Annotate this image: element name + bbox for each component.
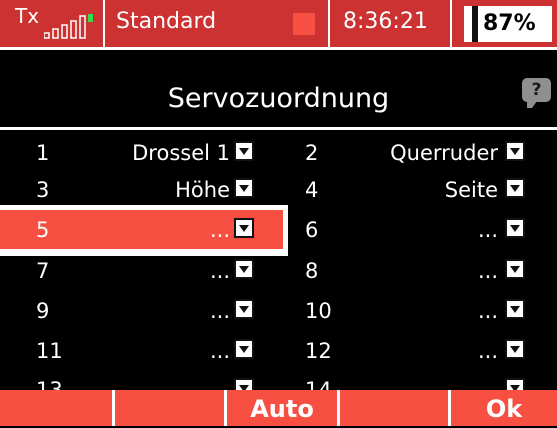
channel-function[interactable]: ... [30,337,230,365]
channel-function[interactable]: Seite [298,176,498,204]
dropdown-arrow-icon[interactable] [234,378,254,390]
channel-function[interactable]: Drossel 1 [30,139,230,167]
dropdown-arrow-icon[interactable] [234,259,254,279]
softkey-1[interactable] [0,390,112,426]
channel-function[interactable]: ... [298,337,498,365]
channel-function[interactable]: Querruder [298,139,498,167]
servo-row: 7 ... 8 ... [0,249,557,294]
status-square-indicator [293,13,315,35]
tx-signal-indicator: Tx [0,0,103,47]
dropdown-arrow-icon[interactable] [505,339,525,359]
dropdown-arrow-icon[interactable] [505,259,525,279]
servo-row: 13 14 [0,368,557,390]
servo-assignment-list[interactable]: 1 Drossel 1 2 Querruder 3 Höhe 4 Seite 5… [0,131,557,390]
dropdown-arrow-icon[interactable] [234,339,254,359]
dropdown-arrow-icon[interactable] [234,218,254,238]
auto-button[interactable]: Auto [227,390,337,426]
servo-row: 9 ... 10 ... [0,289,557,334]
dropdown-arrow-icon[interactable] [505,141,525,161]
dropdown-arrow-icon[interactable] [505,218,525,238]
channel-function[interactable]: ... [30,216,230,244]
status-divider [328,0,330,47]
channel-function[interactable]: ... [298,297,498,325]
status-divider [103,0,105,47]
page-title: Servozuordnung [167,83,390,114]
channel-function[interactable]: ... [298,216,498,244]
dropdown-arrow-icon[interactable] [234,178,254,198]
softkey-4[interactable] [340,390,448,426]
softkey-bar: Auto Ok [0,390,557,426]
channel-function[interactable]: Höhe [30,176,230,204]
dropdown-arrow-icon[interactable] [505,299,525,319]
servo-row-selected[interactable]: 5 ... 6 ... [0,205,557,256]
dropdown-arrow-icon[interactable] [505,178,525,198]
channel-function[interactable]: ... [30,257,230,285]
model-name: Standard [116,9,217,34]
channel-function[interactable]: ... [30,297,230,325]
battery-percent: 87% [483,11,536,36]
signal-strength-icon [44,14,93,39]
title-divider [0,127,557,130]
channel-number: 13 [36,378,63,390]
status-bar: Tx Standard 8:36:21 87% [0,0,557,50]
softkey-2[interactable] [115,390,224,426]
dropdown-arrow-icon[interactable] [505,378,525,390]
battery-level [472,6,478,42]
channel-function[interactable]: ... [298,257,498,285]
clock-time: 8:36:21 [343,9,428,34]
battery-icon: 87% [464,6,552,42]
dropdown-arrow-icon[interactable] [234,299,254,319]
tx-label: Tx [15,4,40,28]
ok-button[interactable]: Ok [451,390,557,426]
status-divider [450,0,452,47]
channel-number: 14 [305,378,332,390]
dropdown-arrow-icon[interactable] [234,141,254,161]
